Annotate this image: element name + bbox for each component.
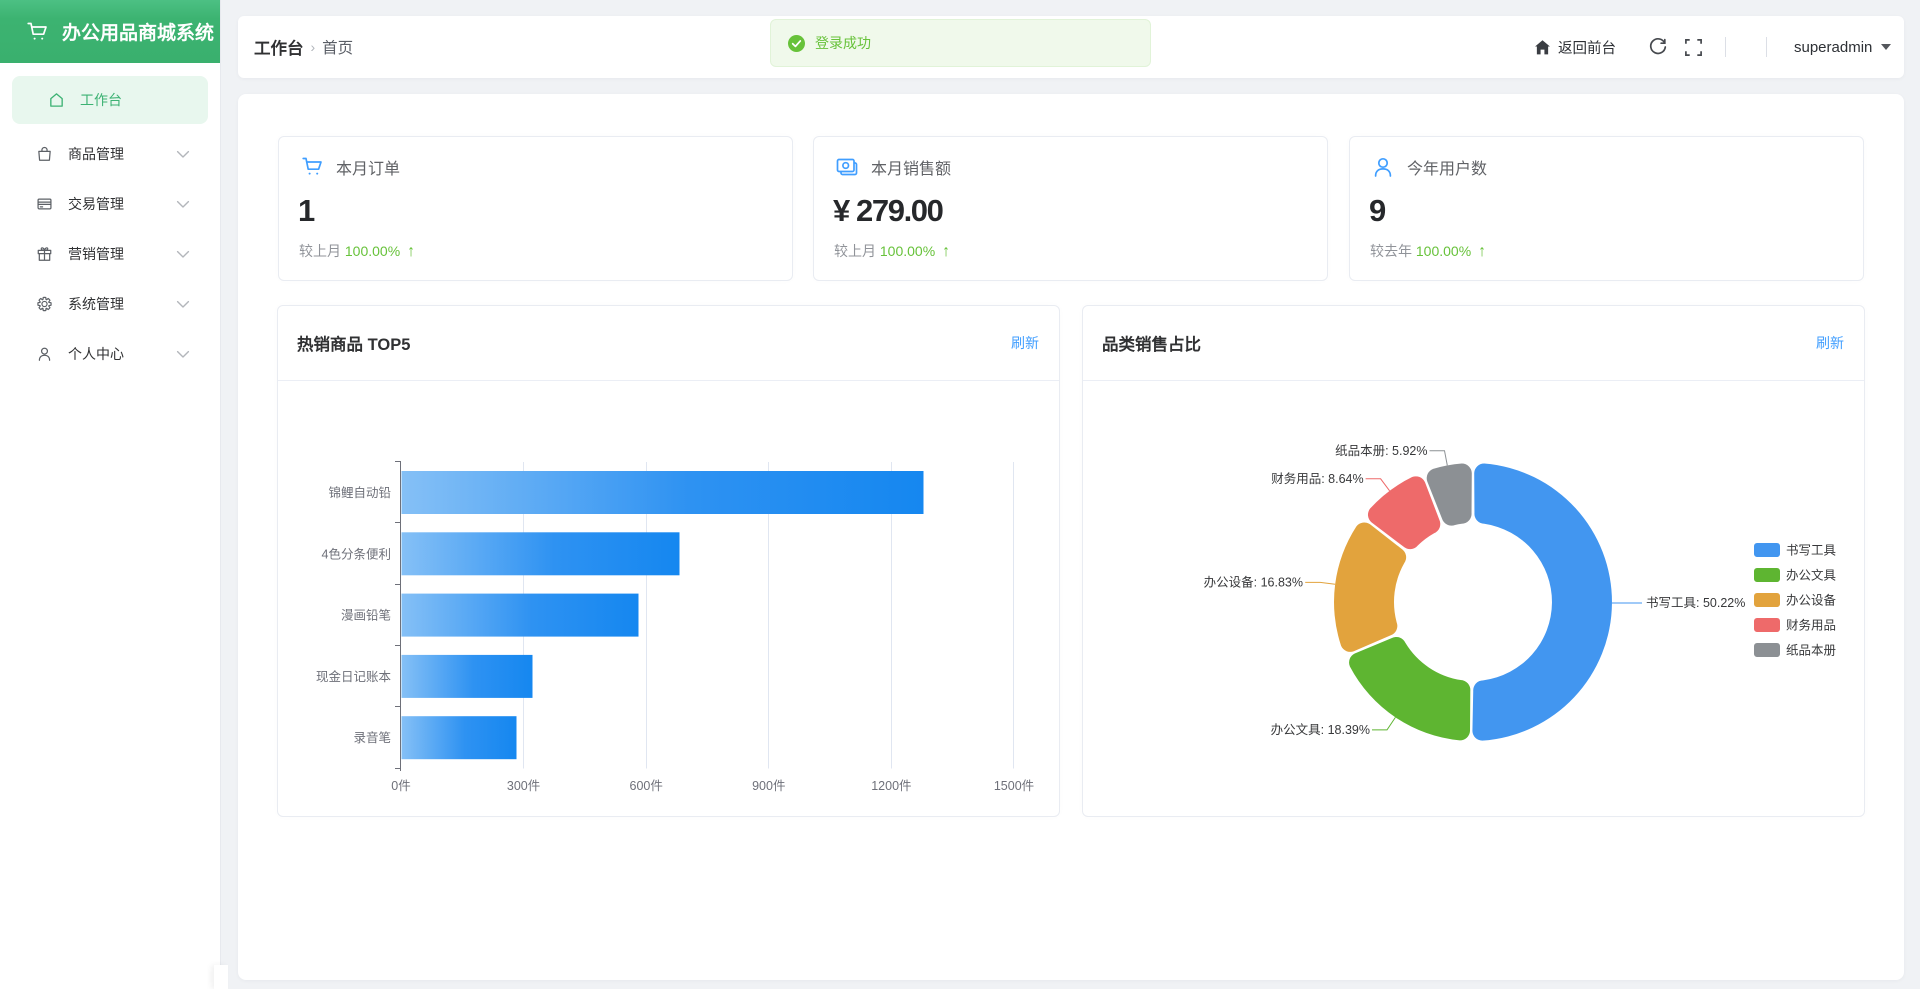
svg-text:4色分条便利: 4色分条便利 (322, 546, 391, 561)
svg-text:财务用品: 8.64%: 财务用品: 8.64% (1271, 471, 1363, 486)
svg-text:现金日记账本: 现金日记账本 (316, 669, 392, 684)
svg-text:办公设备: 16.83%: 办公设备: 16.83% (1204, 575, 1303, 590)
svg-text:办公文具: 办公文具 (1786, 567, 1837, 582)
svg-text:600件: 600件 (630, 779, 663, 793)
svg-text:0件: 0件 (391, 779, 410, 793)
svg-text:300件: 300件 (507, 779, 540, 793)
svg-text:财务用品: 财务用品 (1786, 617, 1836, 632)
svg-text:办公设备: 办公设备 (1786, 592, 1837, 607)
svg-text:纸品本册: 纸品本册 (1786, 643, 1836, 657)
svg-text:录音笔: 录音笔 (353, 730, 391, 745)
svg-text:1200件: 1200件 (871, 779, 911, 793)
svg-text:书写工具: 书写工具 (1786, 543, 1837, 557)
svg-text:书写工具: 50.22%: 书写工具: 50.22% (1646, 596, 1745, 610)
svg-text:锦鲤自动铅: 锦鲤自动铅 (328, 486, 391, 500)
svg-text:办公文具: 18.39%: 办公文具: 18.39% (1271, 722, 1370, 737)
svg-text:纸品本册: 5.92%: 纸品本册: 5.92% (1335, 444, 1427, 458)
svg-text:900件: 900件 (752, 779, 785, 793)
svg-text:漫画铅笔: 漫画铅笔 (341, 608, 391, 623)
svg-text:1500件: 1500件 (994, 779, 1034, 793)
